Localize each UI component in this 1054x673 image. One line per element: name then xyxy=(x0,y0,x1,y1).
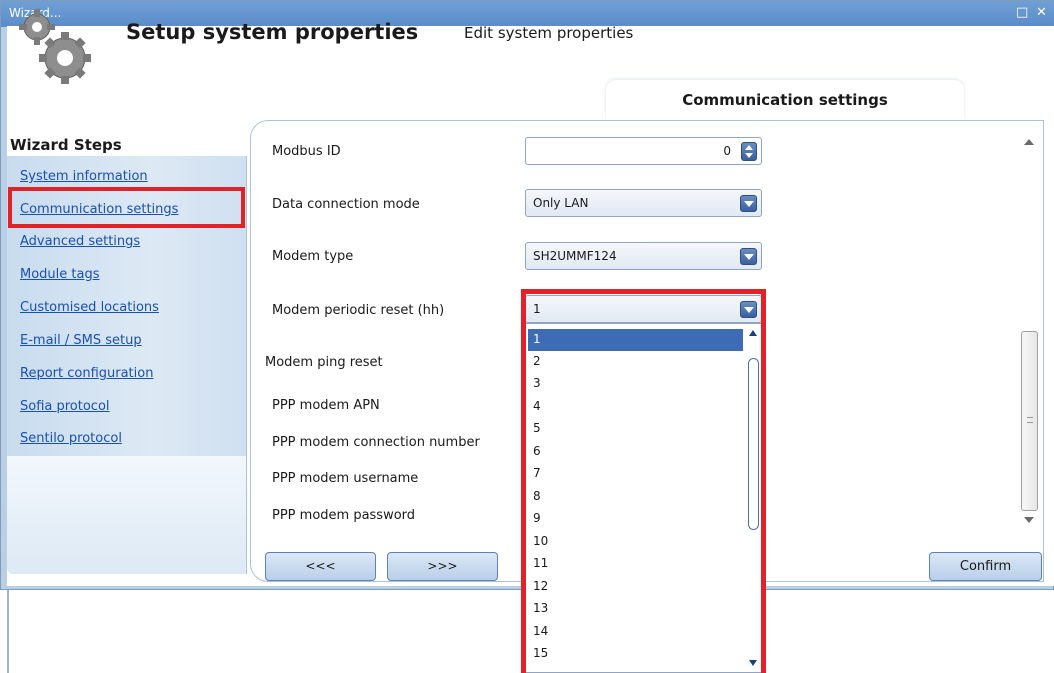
next-button[interactable]: >>> xyxy=(387,552,498,581)
step-email-sms-setup[interactable]: E-mail / SMS setup xyxy=(20,333,142,348)
wizard-steps-footer xyxy=(7,456,247,574)
modbus-id-label: Modbus ID xyxy=(272,144,341,159)
modem-type-label: Modem type xyxy=(272,249,354,264)
highlight-periodic-reset xyxy=(521,289,766,673)
step-system-information[interactable]: System information xyxy=(20,169,148,184)
scrollbar-thumb[interactable] xyxy=(1021,331,1038,511)
step-sentilo-protocol[interactable]: Sentilo protocol xyxy=(20,431,122,446)
page-subtitle: Edit system properties xyxy=(464,24,634,42)
ppp-username-label: PPP modem username xyxy=(272,471,419,486)
modem-periodic-reset-label: Modem periodic reset (hh) xyxy=(272,303,445,318)
maximize-icon[interactable]: □ xyxy=(1016,5,1028,20)
tab-communication-settings[interactable]: Communication settings xyxy=(606,80,964,120)
page-title: Setup system properties xyxy=(126,20,419,44)
back-button[interactable]: <<< xyxy=(265,552,376,581)
confirm-button[interactable]: Confirm xyxy=(929,552,1042,581)
settings-scrollbar[interactable] xyxy=(1018,131,1040,531)
wizard-steps-title: Wizard Steps xyxy=(10,136,122,154)
window-edge xyxy=(7,590,9,673)
close-icon[interactable]: ✕ xyxy=(1036,5,1047,20)
scroll-down-icon[interactable] xyxy=(1024,517,1034,523)
step-module-tags[interactable]: Module tags xyxy=(20,267,100,282)
ppp-connection-number-label: PPP modem connection number xyxy=(272,435,480,450)
step-customised-locations[interactable]: Customised locations xyxy=(20,300,159,315)
step-sofia-protocol[interactable]: Sofia protocol xyxy=(20,399,110,414)
ppp-apn-label: PPP modem APN xyxy=(272,398,380,413)
data-connection-mode-select[interactable]: Only LAN xyxy=(525,189,762,217)
modbus-id-stepper[interactable]: 0 xyxy=(525,137,762,165)
data-connection-mode-value: Only LAN xyxy=(533,196,589,210)
data-connection-mode-label: Data connection mode xyxy=(272,197,420,212)
highlight-selected-step xyxy=(8,187,245,228)
gears-icon xyxy=(19,9,91,84)
scroll-up-icon[interactable] xyxy=(1024,139,1034,145)
modem-type-select[interactable]: SH2UMMF124 xyxy=(525,242,762,270)
step-report-configuration[interactable]: Report configuration xyxy=(20,366,153,381)
modem-ping-reset-label: Modem ping reset xyxy=(265,355,383,370)
chevron-down-icon[interactable] xyxy=(740,195,757,212)
grip-icon xyxy=(1027,417,1033,423)
spinner-arrows-icon[interactable] xyxy=(741,142,757,161)
ppp-password-label: PPP modem password xyxy=(272,508,416,523)
modem-type-value: SH2UMMF124 xyxy=(533,249,617,263)
chevron-down-icon[interactable] xyxy=(740,248,757,265)
step-advanced-settings[interactable]: Advanced settings xyxy=(20,234,140,249)
modbus-id-value: 0 xyxy=(723,144,731,158)
